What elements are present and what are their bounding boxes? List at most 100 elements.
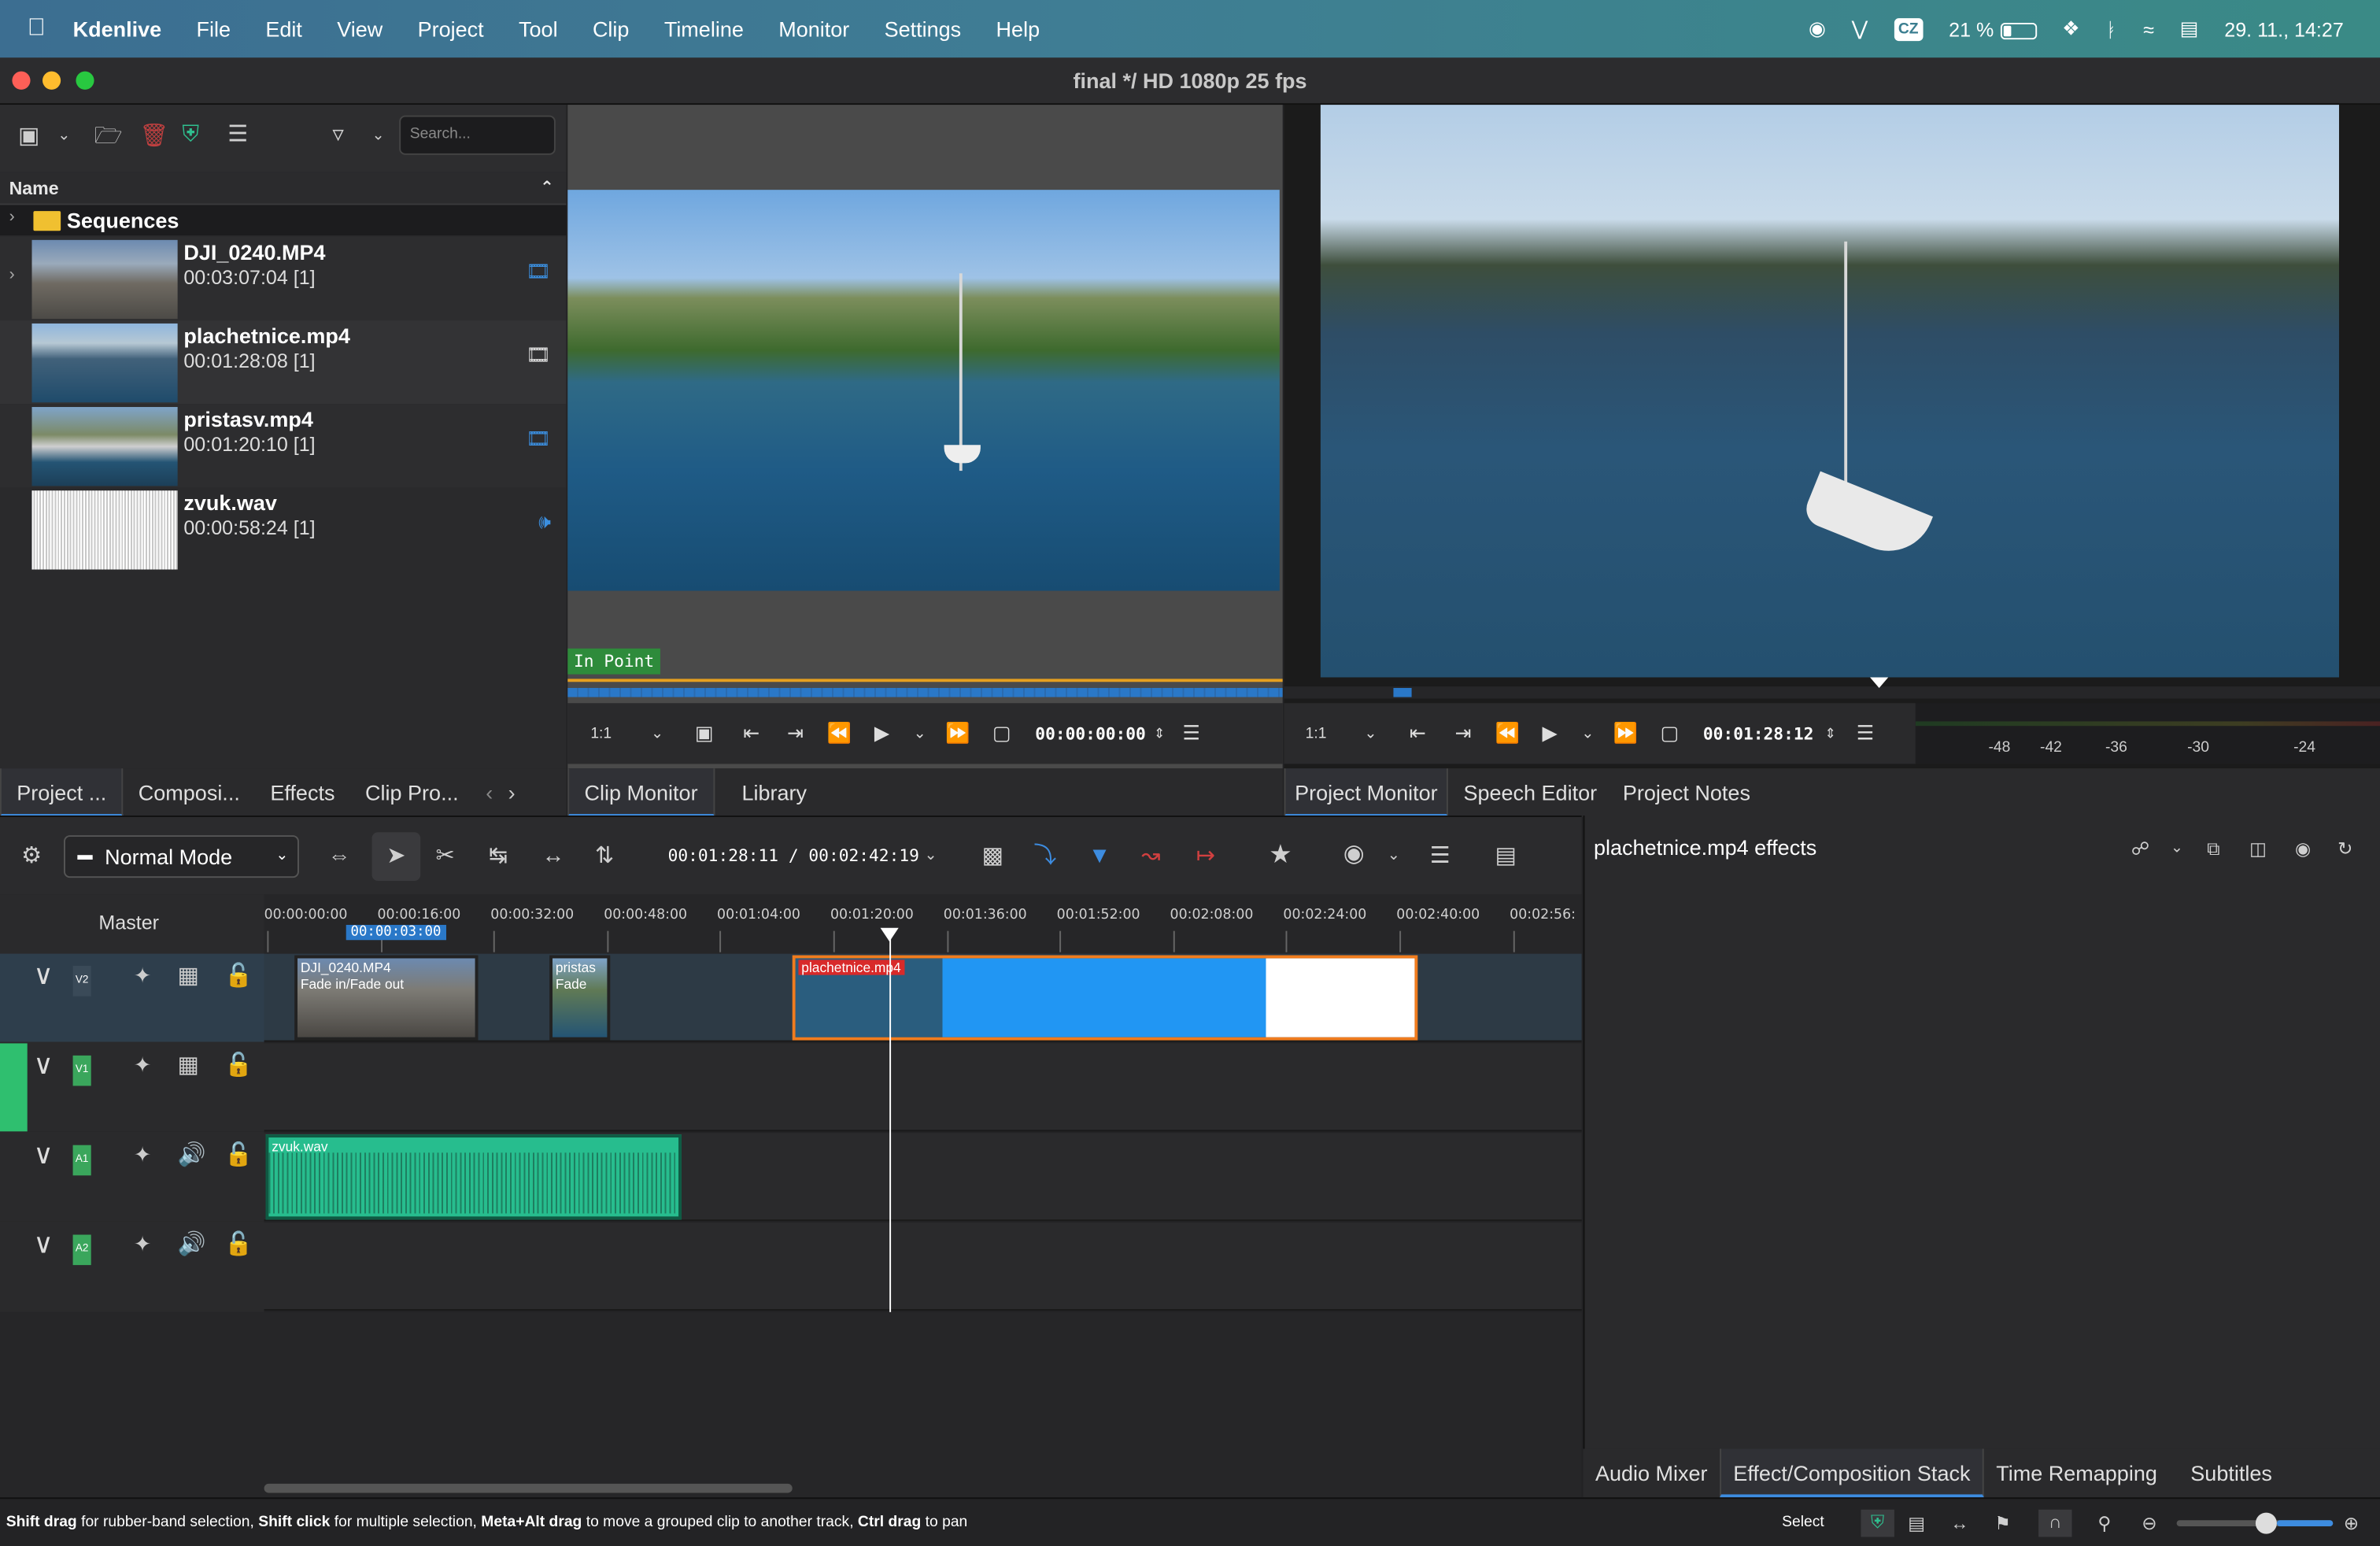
palette-icon[interactable]: ◉ [1809,17,1826,41]
rewind-icon[interactable]: ⏪ [817,721,863,745]
lock-track-icon[interactable]: 🔓 [224,1230,253,1258]
bin-folder-row[interactable]: › Sequences [0,205,567,236]
set-in-point-icon[interactable]: ⇤ [729,721,774,745]
zoom-window-button[interactable] [76,71,94,90]
rewind-icon[interactable]: ⏪ [1484,721,1530,745]
play-icon[interactable]: ▶ [1530,721,1569,745]
keyboard-layout-badge[interactable]: CZ [1894,17,1924,41]
timecode-stepper-icon[interactable]: ⇕ [1146,725,1173,742]
snap-magnet-icon[interactable]: ∩ [2038,1509,2072,1537]
tab-time-remapping[interactable]: Time Remapping [1984,1449,2169,1498]
effects-wand-icon[interactable]: ✦ [134,963,152,989]
guide-marker[interactable]: 00:00:03:00 [346,924,446,941]
audio-waveform-icon[interactable]: ↔ [1950,1511,1968,1536]
tab-audio-mixer[interactable]: Audio Mixer [1584,1449,1720,1498]
eye-icon[interactable]: ◉ [2295,837,2311,861]
slip-tool-icon[interactable]: ↹ [489,844,508,869]
set-out-point-icon[interactable]: ⇥ [1442,721,1484,745]
apple-icon[interactable]:  [28,15,46,43]
bin-item[interactable]: pristasv.mp4 00:01:20:10 [1] 🎞 [0,404,567,488]
overwrite-icon[interactable]: ▼ [1088,844,1111,869]
playhead-marker[interactable] [1870,677,1889,688]
menu-edit[interactable]: Edit [265,17,302,41]
tab-project-notes[interactable]: Project Notes [1612,768,1761,817]
tab-subtitles[interactable]: Subtitles [2169,1449,2293,1498]
battery-status[interactable]: 21 % [1949,17,2037,40]
collapse-track-icon[interactable]: ∨ [33,1049,53,1082]
set-out-point-icon[interactable]: ⇥ [774,721,817,745]
spacer-tool-icon[interactable]: ⇔ [328,844,351,869]
mute-audio-icon[interactable]: 🔊 [178,1230,206,1258]
zoom-slider-handle[interactable] [2255,1512,2277,1534]
thumbnails-icon[interactable]: ▤ [1908,1511,1925,1536]
tab-clip-monitor[interactable]: Clip Monitor [567,768,715,817]
tab-effect-stack[interactable]: Effect/Composition Stack [1719,1448,1984,1498]
zoom-slider[interactable] [2176,1512,2334,1534]
lock-track-icon[interactable]: 🔓 [224,1051,253,1078]
clip-monitor-video-frame[interactable] [567,190,1280,591]
tab-library[interactable]: Library [726,768,822,817]
effects-wand-icon[interactable]: ✦ [134,1052,152,1078]
tab-project-monitor[interactable]: Project Monitor [1284,768,1449,817]
menu-file[interactable]: File [196,17,231,41]
subtitle-icon[interactable]: ▤ [1495,844,1517,869]
extract-icon[interactable]: ↦ [1196,844,1215,869]
fullscreen-icon[interactable]: ▢ [1646,721,1694,745]
close-window-button[interactable] [12,71,31,90]
markers-flag-icon[interactable]: ⚑ [1994,1511,2011,1536]
track-name-label[interactable]: A1 [72,1145,91,1176]
roll-tool-icon[interactable]: ⇅ [595,844,614,869]
effects-wand-icon[interactable]: ✦ [134,1142,152,1168]
filter-dropdown-icon[interactable]: ⌄ [372,124,385,149]
zone-bar[interactable] [567,679,1283,682]
fast-forward-icon[interactable]: ⏩ [1606,721,1645,745]
track-a2[interactable]: ∨ A2 ✦ 🔊 🔓 [0,1222,1582,1311]
track-name-label[interactable]: A2 [72,1234,91,1266]
tab-scroll-right-icon[interactable]: › [508,781,516,805]
zoom-fit-icon[interactable]: ⚲ [2097,1511,2111,1536]
menu-settings[interactable]: Settings [885,17,962,41]
timeline-audio-clip[interactable]: zvuk.wav [265,1134,682,1220]
zoom-out-icon[interactable]: ⊖ [2142,1511,2156,1536]
timeline-timecode[interactable]: 00:01:28:11 / 00:02:42:19 [668,846,919,866]
timecode-dropdown-icon[interactable]: ⌄ [925,845,937,869]
new-folder-icon[interactable]: 🗁 [94,124,123,149]
select-tool-icon[interactable]: ➤ [371,832,421,881]
expand-icon[interactable]: › [9,266,15,284]
favorite-star-icon[interactable]: ★ [1269,841,1292,867]
ripple-tool-icon[interactable]: ↔ [542,844,565,869]
set-in-point-icon[interactable]: ⇤ [1393,721,1442,745]
play-icon[interactable]: ▶ [862,721,901,745]
menu-view[interactable]: View [337,17,382,41]
fast-forward-icon[interactable]: ⏩ [938,721,978,745]
record-dropdown-icon[interactable]: ⌄ [1388,845,1400,869]
add-clip-icon[interactable]: ▣ [18,124,39,149]
project-monitor-video-frame[interactable] [1320,105,2339,678]
add-clip-dropdown-icon[interactable]: ⌄ [57,124,70,149]
master-label[interactable]: Master [98,912,159,934]
menu-project[interactable]: Project [418,17,484,41]
monitor-menu-icon[interactable]: ☰ [1847,721,1883,745]
playhead-head-icon[interactable] [880,927,899,942]
menu-clip[interactable]: Clip [593,17,630,41]
zoom-in-icon[interactable]: ⊕ [2344,1511,2359,1536]
insert-icon[interactable]: ⤵ [1033,844,1056,869]
tag-shield-icon[interactable]: ⛨ [1861,1509,1894,1537]
wifi-icon[interactable]: ≈ [2143,17,2154,40]
effects-wand-icon[interactable]: ✦ [134,1232,152,1258]
tab-project-bin[interactable]: Project ... [0,768,124,817]
track-a1[interactable]: ∨ A1 ✦ 🔊 🔓 [0,1133,1582,1222]
tab-scroll-left-icon[interactable]: ‹ [486,781,493,805]
menu-timeline[interactable]: Timeline [664,17,744,41]
collapse-track-icon[interactable]: ∨ [33,960,53,992]
bin-item[interactable]: plachetnice.mp4 00:01:28:08 [1] 🎞 [0,320,567,405]
lock-track-icon[interactable]: 🔓 [224,1141,253,1168]
clip-monitor-seekbar[interactable] [567,687,1283,697]
tag-shield-icon[interactable]: ⛨ [182,122,199,147]
menu-monitor[interactable]: Monitor [778,17,849,41]
filter-icon[interactable]: ▿ [332,122,344,147]
airdrop-icon[interactable]: ❖ [2062,17,2079,41]
mute-audio-icon[interactable]: 🔊 [178,1141,206,1168]
menu-app-name[interactable]: Kdenlive [73,17,162,41]
zoom-dropdown-icon[interactable]: ⌄ [634,725,680,742]
